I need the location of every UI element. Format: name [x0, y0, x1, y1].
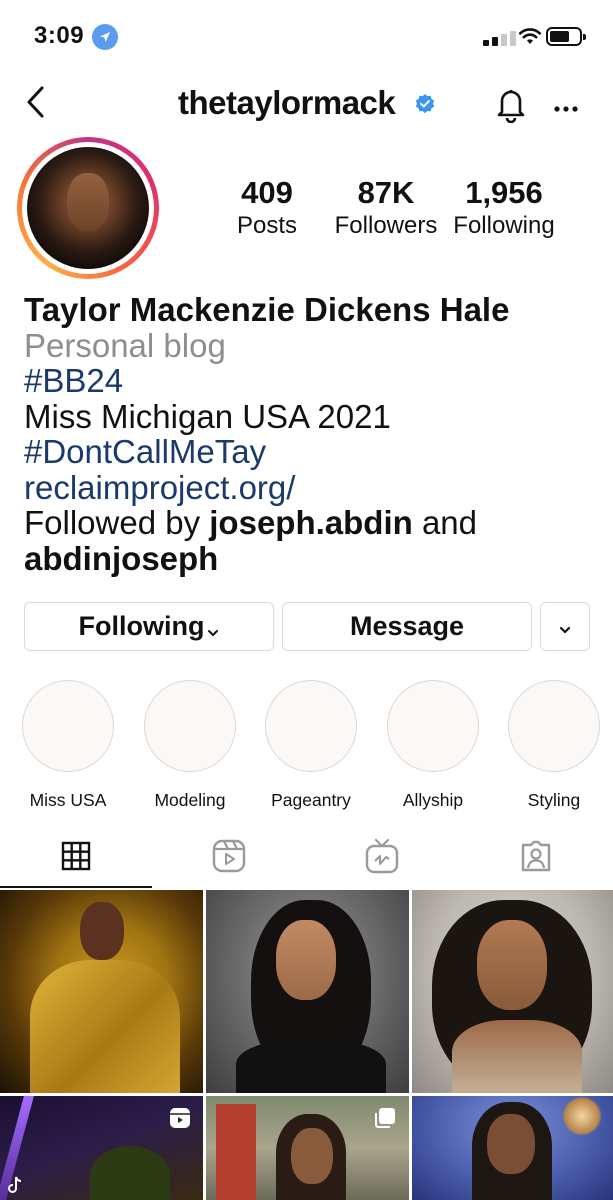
tab-reels[interactable] — [153, 832, 305, 884]
reels-icon — [212, 839, 246, 878]
active-tab-indicator — [0, 886, 152, 888]
back-button[interactable] — [22, 84, 52, 120]
highlight-cover — [508, 680, 600, 772]
tagged-icon — [519, 839, 553, 878]
highlight-label: Miss USA — [29, 790, 107, 810]
post-thumbnail[interactable] — [412, 1096, 613, 1200]
message-button[interactable]: Message — [282, 602, 532, 651]
post-thumbnail[interactable] — [412, 890, 613, 1093]
highlight-miss-usa[interactable]: Miss USA — [14, 680, 122, 811]
highlight-cover — [144, 680, 236, 772]
message-button-label: Message — [349, 611, 465, 641]
following-label: Following — [453, 212, 555, 239]
highlight-modeling[interactable]: Modeling — [136, 680, 244, 811]
posts-count[interactable]: 409 Posts — [222, 177, 312, 238]
followed-by-prefix: Followed by — [24, 504, 210, 541]
wifi-icon — [518, 26, 542, 51]
following-button[interactable]: Following — [24, 602, 274, 651]
followers-value: 87K — [357, 175, 415, 210]
chevron-down-icon — [558, 611, 572, 642]
following-button-label: Following — [78, 611, 205, 641]
battery-icon — [546, 27, 586, 46]
reels-icon — [168, 1106, 192, 1135]
grid-icon — [61, 841, 91, 876]
following-count[interactable]: 1,956 Following — [448, 177, 560, 238]
bio-hashtag-bb24[interactable]: #BB24 — [24, 363, 594, 399]
tab-igtv[interactable] — [306, 832, 458, 884]
profile-category: Personal blog — [24, 326, 226, 364]
highlight-cover — [22, 680, 114, 772]
highlight-allyship[interactable]: Allyship — [379, 680, 487, 811]
notification-bell-icon[interactable] — [493, 85, 529, 128]
bio-link[interactable]: reclaimproject.org/ — [24, 469, 594, 506]
verified-badge-icon — [414, 93, 436, 115]
highlight-label: Styling — [527, 790, 581, 810]
highlight-cover — [265, 680, 357, 772]
profile-bio: Taylor Mackenzie Dickens Hale Personal b… — [24, 292, 594, 576]
posts-value: 409 — [241, 175, 293, 210]
post-thumbnail[interactable] — [206, 1096, 409, 1200]
highlight-styling[interactable]: Styling — [500, 680, 608, 811]
tab-tagged[interactable] — [459, 832, 613, 884]
profile-username: thetaylormack — [178, 84, 396, 121]
followers-count[interactable]: 87K Followers — [330, 177, 442, 238]
status-time: 3:09 — [34, 22, 85, 49]
highlight-pageantry[interactable]: Pageantry — [257, 680, 365, 811]
tiktok-icon — [8, 1176, 22, 1199]
highlight-cover — [387, 680, 479, 772]
follower-name-1[interactable]: joseph.abdin — [209, 504, 413, 541]
more-options-icon[interactable] — [553, 100, 579, 118]
igtv-icon — [365, 838, 399, 879]
suggested-accounts-button[interactable] — [540, 602, 590, 651]
posts-label: Posts — [236, 212, 298, 239]
follower-name-2[interactable]: abdinjoseph — [24, 540, 218, 577]
post-thumbnail[interactable] — [0, 890, 203, 1093]
carousel-icon — [373, 1106, 397, 1135]
chevron-down-icon — [207, 613, 219, 644]
bio-title: Miss Michigan USA 2021 — [24, 397, 391, 435]
post-thumbnail[interactable] — [0, 1096, 203, 1200]
profile-full-name: Taylor Mackenzie Dickens Hale — [24, 291, 510, 328]
bio-hashtag-dontcallmetay[interactable]: #DontCallMeTay — [24, 434, 594, 470]
tab-posts-grid[interactable] — [0, 832, 152, 884]
followed-by-text[interactable]: Followed by joseph.abdin and — [24, 505, 594, 541]
following-value: 1,956 — [465, 175, 543, 210]
highlight-label: Allyship — [402, 790, 464, 810]
highlight-label: Modeling — [154, 790, 226, 810]
followers-label: Followers — [334, 212, 438, 239]
location-arrow-icon — [92, 24, 118, 50]
post-thumbnail[interactable] — [206, 890, 409, 1093]
followed-by-and: and — [412, 504, 478, 541]
profile-avatar[interactable] — [17, 137, 159, 279]
cellular-signal-icon — [483, 30, 517, 46]
highlight-label: Pageantry — [271, 790, 351, 810]
